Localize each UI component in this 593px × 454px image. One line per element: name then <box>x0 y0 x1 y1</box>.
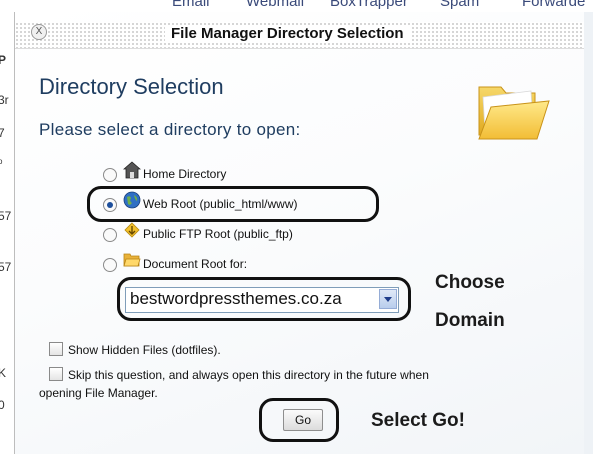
skip-question-label-continued: opening File Manager. <box>39 386 158 400</box>
option-label: Public FTP Root (public_ftp) <box>143 227 293 241</box>
radio-web-root[interactable] <box>103 198 117 212</box>
globe-icon <box>123 191 141 214</box>
radio-home-directory[interactable] <box>103 168 117 182</box>
radio-document-root[interactable] <box>103 258 117 272</box>
bg-fragment: 57 <box>0 260 12 274</box>
radio-public-ftp[interactable] <box>103 228 117 242</box>
directory-selection-dialog: X File Manager Directory Selection Direc… <box>14 12 584 454</box>
nav-boxtrapper[interactable]: BoxTrapper <box>330 0 408 10</box>
open-folder-icon <box>473 77 551 148</box>
go-button[interactable]: Go <box>283 409 323 431</box>
dialog-subheading: Please select a directory to open: <box>39 120 301 139</box>
annotation-domain: Domain <box>435 310 505 331</box>
annotation-choose: Choose <box>435 272 505 293</box>
nav-forwarders[interactable]: Forwarde <box>522 0 585 10</box>
domain-select-value: bestwordpressthemes.co.za <box>130 289 342 308</box>
skip-question-label: Skip this question, and always open this… <box>68 368 429 382</box>
background-left-column: P 3r 7 o 57 57 K 0 <box>0 12 15 454</box>
bg-fragment: K <box>0 366 6 380</box>
option-label: Document Root for: <box>143 257 248 271</box>
dialog-heading: Directory Selection <box>39 74 224 99</box>
nav-webmail[interactable]: Webmail <box>246 0 304 10</box>
skip-question-checkbox[interactable] <box>49 367 63 381</box>
bg-fragment: 0 <box>0 398 5 412</box>
dialog-titlebar: X File Manager Directory Selection <box>15 22 584 49</box>
home-icon <box>122 161 142 184</box>
show-hidden-files-label: Show Hidden Files (dotfiles). <box>68 343 221 357</box>
domain-select[interactable]: bestwordpressthemes.co.za <box>125 287 399 313</box>
bg-fragment: o <box>0 157 2 166</box>
show-hidden-files-checkbox[interactable] <box>49 342 63 356</box>
bg-fragment: 3r <box>0 93 9 107</box>
option-label: Web Root (public_html/www) <box>143 197 298 211</box>
folder-icon <box>123 251 141 274</box>
chevron-down-icon[interactable] <box>379 289 397 309</box>
annotation-select-go: Select Go! <box>371 410 465 431</box>
close-icon[interactable]: X <box>31 24 47 40</box>
nav-email[interactable]: Email <box>172 0 210 10</box>
bg-fragment: P <box>0 53 6 67</box>
bg-fragment: 7 <box>0 126 5 140</box>
background-right-edge <box>583 12 593 454</box>
nav-spam[interactable]: Spam <box>440 0 479 10</box>
dialog-title: File Manager Directory Selection <box>165 25 410 42</box>
background-nav: Email Webmail BoxTrapper Spam Forwarde <box>0 0 593 12</box>
bg-fragment: 57 <box>0 209 12 223</box>
option-label: Home Directory <box>143 167 227 181</box>
ftp-icon <box>123 221 141 244</box>
